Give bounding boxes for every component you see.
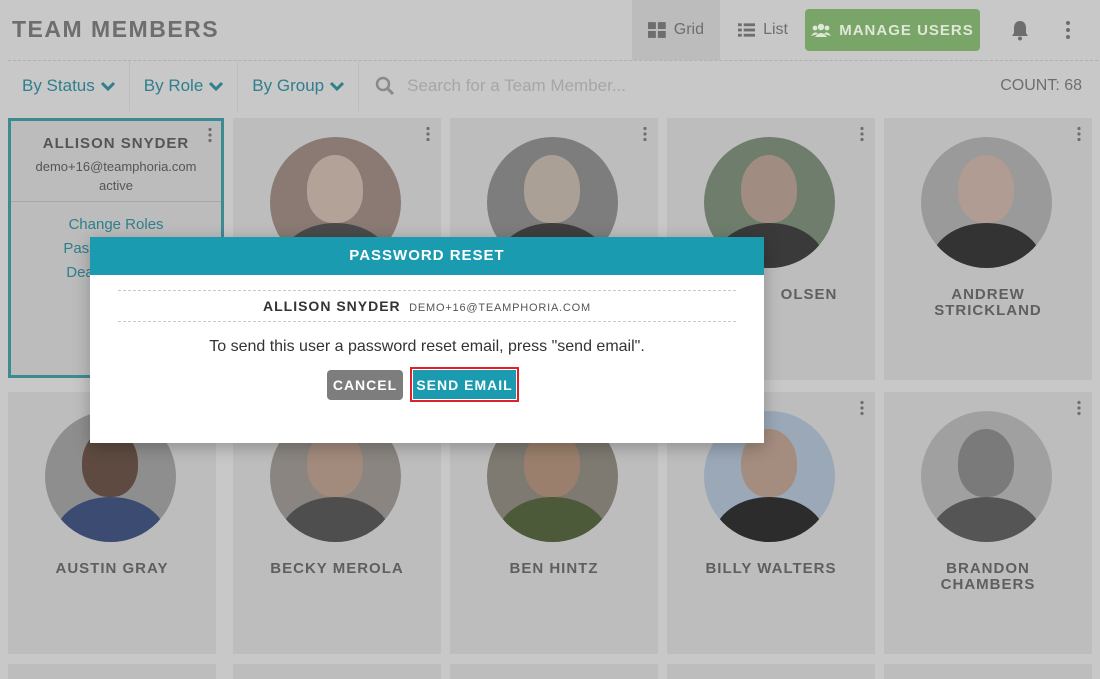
view-list-label: List [763, 21, 788, 38]
member-name: ANDREW STRICKLAND [934, 286, 1042, 319]
page-title: TEAM MEMBERS [12, 16, 220, 42]
modal-user-info: ALLISON SNYDER DEMO+16@TEAMPHORIA.COM [118, 290, 736, 322]
users-icon [811, 23, 832, 37]
grid-icon [648, 22, 666, 38]
filter-status-label: By Status [22, 75, 95, 95]
view-grid-label: Grid [673, 21, 704, 38]
password-reset-modal: PASSWORD RESET ALLISON SNYDER DEMO+16@TE… [90, 237, 764, 443]
avatar [921, 137, 1052, 268]
send-email-button-highlight[interactable]: SEND EMAIL [410, 367, 519, 402]
member-status: active [99, 178, 133, 193]
member-card[interactable] [233, 664, 441, 679]
card-more-icon[interactable] [859, 400, 865, 416]
member-card[interactable] [450, 664, 658, 679]
member-name: BECKY MEROLA [270, 560, 404, 577]
card-more-icon[interactable] [859, 126, 865, 142]
modal-message: To send this user a password reset email… [209, 338, 645, 355]
search-input[interactable] [407, 75, 828, 96]
member-card[interactable]: BRANDON CHAMBERS [884, 392, 1092, 654]
change-roles-link[interactable]: Change Roles [11, 216, 221, 233]
chevron-down-icon [330, 81, 345, 91]
member-card[interactable] [884, 664, 1092, 679]
more-options-icon[interactable] [1062, 18, 1074, 42]
filter-by-status[interactable]: By Status [8, 60, 130, 111]
modal-user-email: DEMO+16@TEAMPHORIA.COM [409, 302, 591, 314]
member-card[interactable] [8, 664, 216, 679]
member-count: COUNT: 68 [1000, 77, 1082, 94]
manage-users-label: MANAGE USERS [839, 21, 974, 39]
member-card[interactable]: ANDREW STRICKLAND [884, 118, 1092, 380]
member-name: BRANDON CHAMBERS [940, 560, 1036, 593]
chevron-down-icon [209, 81, 224, 91]
card-divider [11, 201, 221, 202]
modal-user-name: ALLISON SNYDER [262, 298, 401, 314]
filter-group-label: By Group [252, 75, 325, 95]
filter-by-group[interactable]: By Group [238, 60, 360, 111]
card-more-icon[interactable] [1076, 400, 1082, 416]
filter-bar: By Status By Role By Group COUNT: 68 [8, 60, 1098, 111]
member-name: BILLY WALTERS [705, 560, 837, 577]
search-icon [375, 76, 395, 95]
bell-icon[interactable] [1009, 19, 1031, 41]
member-name: ALLISON SNYDER [42, 135, 190, 152]
card-more-icon[interactable] [642, 126, 648, 142]
view-list-button[interactable]: List [722, 0, 804, 60]
member-email: demo+16@teamphoria.com [35, 159, 197, 174]
cancel-button[interactable]: CANCEL [327, 370, 403, 400]
modal-title: PASSWORD RESET [90, 237, 764, 275]
app-header: TEAM MEMBERS Grid List MANAGE USERS [0, 0, 1100, 60]
view-grid-button[interactable]: Grid [632, 0, 720, 60]
member-name: BEN HINTZ [509, 560, 599, 577]
avatar [921, 411, 1052, 542]
filter-by-role[interactable]: By Role [130, 60, 239, 111]
card-more-icon[interactable] [1076, 126, 1082, 142]
member-name: AUSTIN GRAY [55, 560, 169, 577]
manage-users-button[interactable]: MANAGE USERS [805, 9, 980, 51]
filter-role-label: By Role [143, 75, 204, 95]
send-email-button[interactable]: SEND EMAIL [413, 370, 516, 399]
search-box [359, 61, 1098, 111]
list-icon [738, 23, 756, 37]
member-card[interactable] [667, 664, 875, 679]
card-more-icon[interactable] [425, 126, 431, 142]
chevron-down-icon [100, 81, 115, 91]
